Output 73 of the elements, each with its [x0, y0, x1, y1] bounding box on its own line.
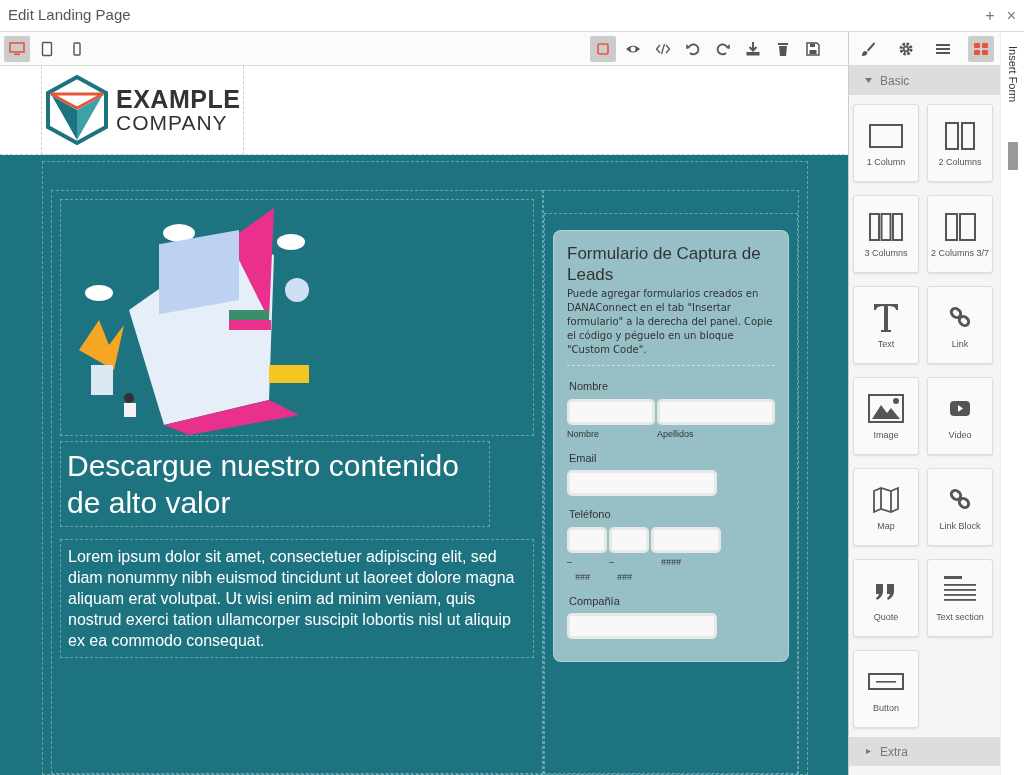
- cube-logo-icon: [44, 74, 110, 146]
- field-label: Email: [569, 450, 598, 466]
- close-button[interactable]: ×: [1006, 7, 1016, 24]
- block-label: Video: [948, 429, 972, 441]
- form-title: Formulario de Captura de Leads: [567, 243, 762, 285]
- window-title: Edit Landing Page: [8, 5, 131, 26]
- block-tile[interactable]: Button: [853, 650, 919, 728]
- block-tile[interactable]: 1 Column: [853, 104, 919, 182]
- block-label: 2 Columns: [938, 156, 982, 168]
- block-label: Link Block: [939, 520, 981, 532]
- square-button[interactable]: [590, 35, 616, 62]
- redo-icon: [715, 40, 731, 57]
- field-label: Compañía: [569, 593, 621, 609]
- settings-icon: [897, 40, 914, 57]
- block-tile[interactable]: Link: [927, 286, 993, 364]
- block-tile[interactable]: 2 Columns 3/7: [927, 195, 993, 273]
- block-tile[interactable]: Text: [853, 286, 919, 364]
- paragraph: Lorem ipsum dolor sit amet, consectetuer adipiscing elit, sed diam nonummy nibh euismod tincidunt ut laoreet dolore magna aliquam erat volutpat. Ut wisi enim ad minim veniam, quis nostrud exerci tation ullamcorper suscipit lobortis nisl ut aliquip ex ea commodo consequat.: [68, 547, 516, 651]
- grid-icon: [973, 40, 990, 57]
- input-field[interactable]: [567, 398, 655, 425]
- input-sublabel: Nombre: [567, 427, 600, 440]
- logo-subtext: COMPANY: [116, 112, 229, 133]
- block-label: 1 Column: [866, 156, 906, 168]
- block-tile[interactable]: Text section: [927, 559, 993, 637]
- separator-text: –: [567, 555, 573, 568]
- block-label: Link: [951, 338, 969, 350]
- caret-icon: [865, 749, 872, 754]
- block-label: Image: [873, 429, 899, 441]
- block-label: Button: [873, 702, 899, 714]
- block-label: Quote: [873, 611, 899, 623]
- panel-handle[interactable]: [1007, 142, 1018, 171]
- block-label: Text: [877, 338, 895, 350]
- tablet-icon: [39, 40, 55, 57]
- logo-text: EXAMPLE: [116, 87, 241, 112]
- input-sublabel: ####: [660, 555, 683, 568]
- input-field[interactable]: [567, 613, 717, 639]
- grid-button[interactable]: [968, 35, 995, 62]
- block-tile[interactable]: Quote: [853, 559, 919, 637]
- monitor-icon: [9, 40, 25, 57]
- input-sublabel: ###: [616, 570, 634, 583]
- block-label: 3 Columns: [864, 247, 908, 259]
- image-icon: [866, 391, 906, 424]
- input-sublabel: Apellidos: [657, 427, 695, 440]
- brush-icon: [859, 40, 876, 57]
- insert-form-tab[interactable]: Insert Form: [1004, 46, 1021, 103]
- field-label: Teléfono: [569, 507, 612, 522]
- block-tile[interactable]: 3 Columns: [853, 195, 919, 273]
- block-tile[interactable]: Link Block: [927, 468, 993, 546]
- undo-icon: [685, 40, 701, 57]
- heading: Descargue nuestro contenido de alto valor: [67, 448, 460, 521]
- form-description: Puede agregar formularios creados en DANAConnect en el tab "Insertar formulario" a la derecha del panel. Copie el código y péguelo en un bloque "Custom Code".: [567, 287, 774, 357]
- block-tile[interactable]: Video: [927, 377, 993, 455]
- block-tile[interactable]: Image: [853, 377, 919, 455]
- separator-text: –: [609, 555, 615, 568]
- floppy-icon: [805, 40, 821, 57]
- block-label: 2 Columns 3/7: [931, 247, 989, 259]
- add-button[interactable]: +: [985, 7, 995, 24]
- block-label: Map: [877, 520, 895, 532]
- trash-icon: [775, 40, 791, 57]
- input-field[interactable]: [567, 470, 717, 496]
- block-label: Text section: [936, 611, 984, 623]
- input-field[interactable]: [651, 526, 721, 553]
- input-field[interactable]: [609, 526, 649, 553]
- download-icon: [745, 40, 761, 57]
- block-tile[interactable]: 2 Columns: [927, 104, 993, 182]
- caret-icon: [865, 78, 872, 83]
- square-icon: [595, 40, 611, 57]
- input-field[interactable]: [567, 526, 607, 553]
- input-field[interactable]: [657, 398, 775, 425]
- monitor-button[interactable]: [4, 35, 30, 62]
- block-tile[interactable]: Map: [853, 468, 919, 546]
- field-label: Nombre: [569, 379, 610, 394]
- input-sublabel: ###: [574, 570, 592, 583]
